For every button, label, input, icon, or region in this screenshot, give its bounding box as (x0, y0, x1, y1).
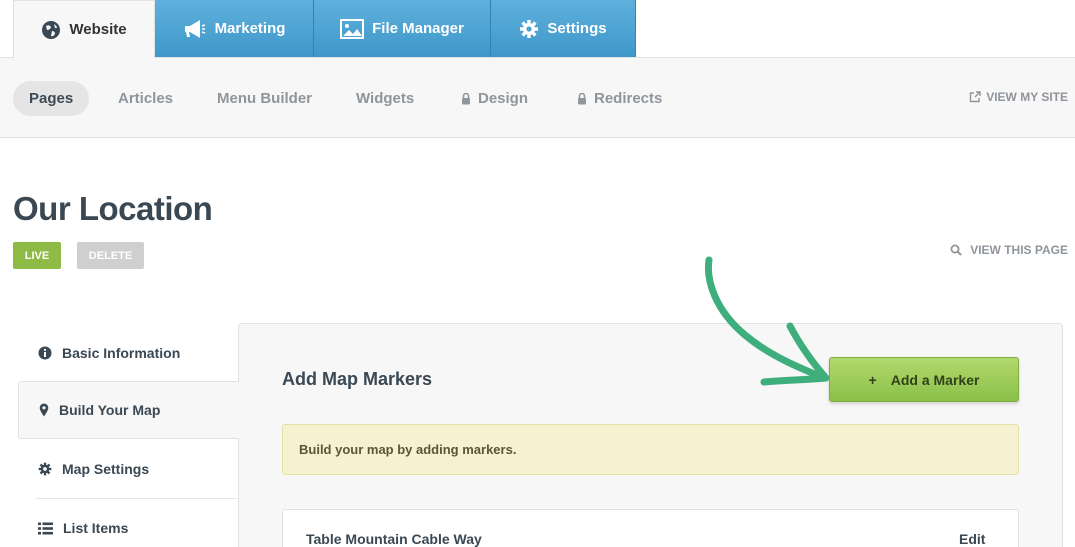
tab-marketing[interactable]: Marketing (155, 0, 314, 57)
lock-icon (578, 92, 586, 104)
live-button[interactable]: LIVE (13, 242, 61, 269)
side-item-label: Map Settings (62, 461, 150, 477)
page-title: Our Location (13, 190, 213, 227)
search-icon (950, 244, 962, 256)
side-item-label: Basic Information (62, 345, 181, 361)
subnav-pages[interactable]: Pages (13, 81, 90, 116)
side-item-label: Build Your Map (59, 402, 161, 418)
app-root: Website Marketing File Manager Settings … (0, 0, 1075, 547)
info-notice: Build your map by adding markers. (282, 424, 1019, 475)
subnav-design[interactable]: Design (445, 81, 544, 116)
marker-edit-link[interactable]: Edit (959, 531, 985, 547)
annotation-arrow-icon (704, 256, 830, 386)
external-link-icon (970, 91, 981, 103)
tab-file-manager[interactable]: File Manager (314, 0, 491, 57)
subnav-redirects[interactable]: Redirects (561, 81, 678, 116)
subnav-articles[interactable]: Articles (102, 81, 189, 116)
megaphone-icon (184, 19, 205, 38)
view-this-page-label: VIEW THIS PAGE (970, 243, 1068, 257)
tab-label: Marketing (214, 20, 286, 37)
view-this-page-link[interactable]: VIEW THIS PAGE (950, 243, 1068, 257)
view-my-site-link[interactable]: VIEW MY SITE (969, 90, 1068, 104)
subnav-label: Articles (118, 90, 174, 107)
add-marker-button[interactable]: + Add a Marker (829, 357, 1019, 402)
tab-settings[interactable]: Settings (491, 0, 636, 57)
subnav-label: Redirects (594, 90, 663, 107)
subnav-label: Design (478, 90, 529, 107)
plus-icon: + (868, 371, 877, 388)
side-item-basic-information[interactable]: Basic Information (18, 324, 239, 382)
globe-icon (42, 20, 61, 39)
list-icon (38, 522, 53, 534)
map-pin-icon (39, 403, 49, 417)
tab-label: File Manager (372, 20, 464, 37)
side-item-list-items[interactable]: List Items (18, 499, 239, 547)
panel-title: Add Map Markers (282, 369, 433, 389)
subnav-label: Widgets (356, 90, 415, 107)
gear-icon (38, 462, 52, 476)
side-item-label: List Items (63, 520, 129, 536)
subnav-label: Pages (29, 90, 74, 107)
marker-name: Table Mountain Cable Way (306, 531, 482, 547)
info-icon (38, 346, 52, 360)
tab-label: Website (69, 21, 127, 38)
image-icon (340, 18, 365, 39)
side-item-map-settings[interactable]: Map Settings (18, 440, 239, 498)
subnav-label: Menu Builder (217, 90, 313, 107)
gear-icon (520, 19, 539, 38)
top-tab-bar: Website Marketing File Manager Settings (0, 0, 1075, 58)
view-my-site-label: VIEW MY SITE (986, 90, 1068, 104)
side-item-build-your-map[interactable]: Build Your Map (18, 381, 239, 439)
tab-label: Settings (547, 20, 607, 37)
subnav-menu-builder[interactable]: Menu Builder (201, 81, 328, 116)
delete-button[interactable]: DELETE (77, 242, 144, 269)
sub-navigation: Pages Articles Menu Builder Widgets Desi… (0, 57, 1075, 138)
lock-icon (462, 92, 470, 104)
tab-website[interactable]: Website (13, 0, 155, 58)
subnav-widgets[interactable]: Widgets (340, 81, 430, 116)
add-marker-label: Add a Marker (890, 371, 980, 388)
